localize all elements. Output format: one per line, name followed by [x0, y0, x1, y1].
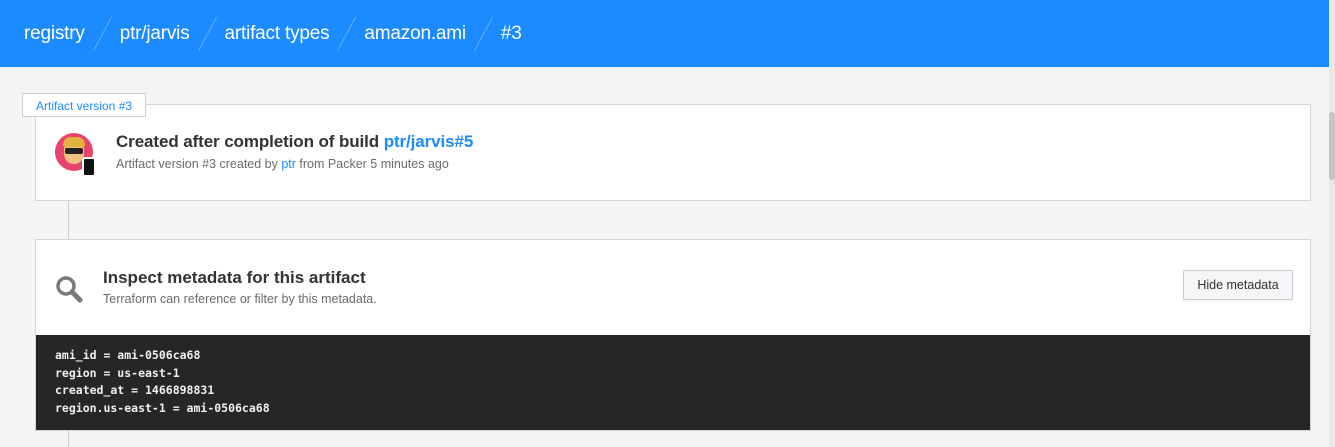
metadata-line: region = us-east-1	[55, 365, 180, 380]
timeline-connector	[68, 200, 69, 240]
avatar-glasses	[65, 148, 83, 154]
metadata-line: ami_id = ami-0506ca68	[55, 348, 201, 362]
breadcrumb-version[interactable]: #3	[501, 23, 522, 45]
build-link[interactable]: ptr/jarvis#5	[384, 132, 474, 151]
build-card-title: Created after completion of build ptr/ja…	[116, 132, 473, 152]
build-card-subtitle: Artifact version #3 created by ptr from …	[116, 157, 449, 171]
breadcrumb-separator	[197, 16, 217, 51]
breadcrumb-separator	[92, 16, 112, 51]
top-nav-bar: registry ptr/jarvis artifact types amazo…	[0, 0, 1329, 67]
metadata-line: region.us-east-1 = ami-0506ca68	[55, 400, 270, 415]
breadcrumb-ptr-jarvis[interactable]: ptr/jarvis	[120, 23, 190, 45]
hide-metadata-button[interactable]: Hide metadata	[1183, 270, 1293, 300]
search-icon	[56, 276, 83, 303]
breadcrumb-artifact-types[interactable]: artifact types	[225, 23, 330, 45]
build-card: Created after completion of build ptr/ja…	[35, 104, 1311, 201]
metadata-title: Inspect metadata for this artifact	[103, 268, 366, 287]
metadata-card: Inspect metadata for this artifact Terra…	[35, 239, 1311, 431]
avatar-hair	[63, 137, 85, 147]
subtitle-prefix: Artifact version #3 created by	[116, 157, 282, 171]
page-scrollbar[interactable]	[1329, 0, 1335, 447]
breadcrumb-amazon-ami[interactable]: amazon.ami	[364, 23, 466, 45]
breadcrumb-separator	[337, 16, 357, 51]
build-title-text: Created after completion of build	[116, 132, 384, 151]
metadata-subtitle: Terraform can reference or filter by thi…	[103, 292, 377, 306]
metadata-line: created_at = 1466898831	[55, 383, 215, 397]
metadata-code-block: ami_id = ami-0506ca68 region = us-east-1…	[36, 335, 1310, 430]
subtitle-suffix: from Packer 5 minutes ago	[295, 157, 449, 171]
scrollbar-thumb[interactable]	[1329, 112, 1335, 180]
timeline-connector	[68, 430, 69, 447]
version-tag: Artifact version #3	[22, 93, 147, 117]
user-link[interactable]: ptr	[281, 157, 296, 171]
breadcrumb-registry[interactable]: registry	[24, 23, 85, 45]
breadcrumb-separator	[473, 16, 493, 51]
packer-badge-icon	[82, 157, 96, 177]
